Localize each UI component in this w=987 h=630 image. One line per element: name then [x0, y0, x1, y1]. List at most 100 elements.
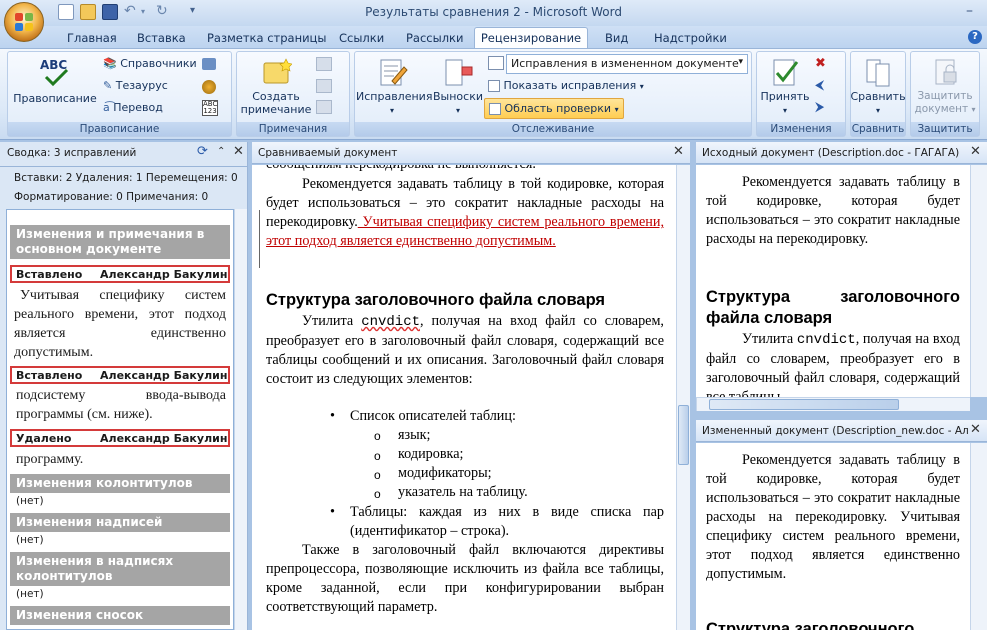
tab-home[interactable]: Главная — [67, 29, 117, 47]
new-comment-button[interactable]: Создать примечание — [238, 57, 314, 116]
review-item-2-text: подсистему ввода-вывода программы (см. н… — [16, 388, 226, 422]
revised-doc-scrollbar[interactable] — [970, 443, 987, 630]
set-language-icon[interactable] — [202, 58, 216, 70]
group-protect-label: Защитить — [911, 122, 979, 136]
review-summary-counts: Вставки: 2 Удаления: 1 Перемещения: 0 — [14, 172, 238, 184]
help-icon[interactable]: ? — [968, 30, 982, 44]
previous-change-icon[interactable]: ⮜ — [815, 78, 824, 93]
group-changes-label: Изменения — [757, 122, 845, 136]
compared-code-cnvdict: cnvdict — [361, 314, 420, 330]
original-doc-header: Исходный документ (Description.doc - ГАГ… — [696, 142, 987, 164]
translate-button[interactable]: a͡ Перевод — [103, 101, 163, 114]
show-markup-button[interactable]: Показать исправления ▾ — [488, 79, 644, 92]
track-changes-label: Исправления — [356, 90, 433, 103]
protect-document-button[interactable]: Защитить документ ▾ — [910, 57, 980, 116]
revised-doc-header: Измененный документ (Description_new.doc… — [696, 420, 987, 442]
compared-para-2-a: Утилита — [302, 313, 362, 329]
tab-insert[interactable]: Вставка — [137, 29, 186, 47]
close-compared-doc-icon[interactable]: ✕ — [673, 144, 684, 159]
review-none-textboxes: (нет) — [16, 534, 44, 546]
review-scrollbar[interactable] — [234, 209, 247, 630]
compare-label: Сравнить — [850, 90, 906, 103]
original-doc-vscrollbar[interactable] — [970, 165, 987, 397]
compare-button[interactable]: Сравнить ▾ — [850, 57, 906, 117]
collapse-icon[interactable]: ⌃ — [217, 146, 225, 157]
sub-item-4: указатель на таблицу. — [398, 484, 528, 500]
original-doc-hscrollbar[interactable] — [696, 397, 970, 411]
review-item-2-header[interactable]: Вставлено Александр Бакулин — [10, 366, 230, 384]
original-doc-page[interactable]: Рекомендуется задавать таблицу в той код… — [696, 165, 970, 397]
original-para-2: Утилита cnvdict, получая на вход файл со… — [706, 330, 960, 397]
group-compare-label: Сравнить — [851, 122, 905, 136]
tab-references[interactable]: Ссылки — [339, 29, 384, 47]
research-button[interactable]: 📚 Справочники — [103, 57, 197, 70]
accept-label: Принять — [760, 90, 810, 103]
compared-doc-page[interactable]: сообщениям перекодировка не выполняется.… — [252, 165, 676, 630]
close-revised-doc-icon[interactable]: ✕ — [970, 422, 981, 437]
review-section-header-textboxes: Изменения в надписях колонтитулов — [10, 552, 230, 586]
tab-page-layout[interactable]: Разметка страницы — [207, 29, 326, 47]
revised-heading: Структура заголовочного — [706, 620, 915, 630]
compared-doc-header: Сравниваемый документ — [252, 142, 690, 164]
original-hscroll-thumb[interactable] — [709, 399, 899, 410]
compared-para-3: Также в заголовочный файл включаются дир… — [266, 542, 664, 615]
review-item-author: Александр Бакулин — [100, 432, 228, 445]
accept-check-icon — [773, 59, 799, 86]
minimize-icon[interactable]: – — [966, 3, 973, 19]
delete-comment-icon[interactable] — [316, 57, 332, 71]
sub-bullet-icon: o — [374, 468, 381, 482]
review-section-headers: Изменения колонтитулов — [10, 474, 230, 493]
compared-para-1: Рекомендуется задавать таблицу в той код… — [266, 175, 664, 251]
thesaurus-label: Тезаурус — [115, 79, 168, 92]
previous-comment-icon[interactable] — [316, 79, 332, 93]
review-section-main: Изменения и примечания в основном докуме… — [10, 225, 230, 259]
close-review-pane-icon[interactable]: ✕ — [233, 144, 244, 159]
protect-lock-icon — [935, 59, 957, 85]
original-code-cnvdict: cnvdict — [796, 332, 856, 348]
reject-icon[interactable]: ✖ — [815, 56, 826, 71]
review-none-header-textboxes: (нет) — [16, 588, 44, 600]
refresh-icon[interactable]: ⟳ — [197, 144, 208, 159]
reviewing-pane-icon — [489, 103, 501, 115]
compared-doc-scrollbar[interactable] — [676, 165, 690, 630]
translate-label: Перевод — [113, 101, 163, 114]
tab-add-ins[interactable]: Надстройки — [654, 29, 727, 47]
next-comment-icon[interactable] — [316, 100, 332, 114]
close-original-doc-icon[interactable]: ✕ — [970, 144, 981, 159]
compared-scroll-thumb[interactable] — [678, 405, 689, 465]
bullet-dot: • — [330, 504, 335, 520]
translate-tooltip-icon[interactable] — [202, 80, 216, 94]
track-changes-button[interactable]: Исправления ▾ — [356, 57, 432, 117]
original-para-2-a: Утилита — [742, 331, 797, 347]
compared-doc-title: Сравниваемый документ — [258, 147, 398, 159]
thesaurus-button[interactable]: ✎ Тезаурус — [103, 79, 168, 92]
group-tracking-label: Отслеживание — [355, 122, 751, 136]
office-button[interactable] — [4, 2, 44, 42]
spelling-button[interactable]: ABC Правописание — [12, 55, 98, 105]
revised-doc-page[interactable]: Рекомендуется задавать таблицу в той код… — [696, 443, 970, 630]
review-item-3-header[interactable]: Удалено Александр Бакулин — [10, 429, 230, 447]
balloons-button[interactable]: Выноски ▾ — [432, 57, 484, 117]
review-item-type: Удалено — [16, 432, 72, 445]
review-item-1-header[interactable]: Вставлено Александр Бакулин — [10, 265, 230, 283]
word-count-icon[interactable]: ABC 123 — [202, 100, 218, 116]
svg-text:ABC: ABC — [40, 58, 67, 72]
reviewing-pane-button[interactable]: Область проверки ▾ — [484, 98, 624, 119]
balloons-icon — [445, 59, 473, 86]
new-comment-icon — [263, 58, 292, 84]
tab-view[interactable]: Вид — [605, 29, 628, 47]
accept-button[interactable]: Принять ▾ — [758, 57, 812, 117]
review-item-author: Александр Бакулин — [100, 268, 228, 281]
display-for-review-select[interactable]: Исправления в измененном документе ▾ — [506, 54, 748, 74]
thesaurus-icon: ✎ — [103, 79, 113, 92]
review-summary-title: Сводка: 3 исправлений — [7, 147, 137, 159]
tab-mailings[interactable]: Рассылки — [406, 29, 463, 47]
chevron-down-icon: ▾ — [738, 57, 743, 67]
next-change-icon[interactable]: ⮞ — [815, 100, 824, 115]
sub-item-1: язык; — [398, 427, 431, 443]
show-markup-icon — [488, 80, 500, 92]
display-for-review-icon — [488, 56, 504, 70]
review-none-headers: (нет) — [16, 495, 44, 507]
tab-review[interactable]: Рецензирование — [474, 27, 588, 49]
original-para-1: Рекомендуется задавать таблицу в той код… — [706, 174, 960, 247]
